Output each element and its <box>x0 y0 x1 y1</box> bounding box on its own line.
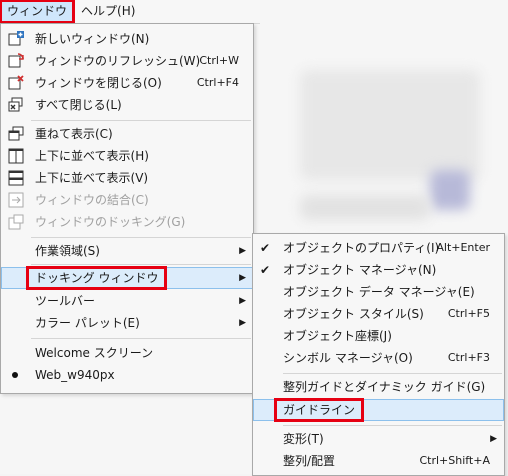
menu-separator <box>283 425 502 426</box>
menu-item-object-coordinates[interactable]: オブジェクト座標(J) <box>253 325 504 347</box>
menu-window[interactable]: ウィンドウ <box>0 0 76 24</box>
submenu-arrow-icon: ▶ <box>490 434 497 444</box>
menu-item-new-window[interactable]: 新しいウィンドウ(N) <box>1 28 253 50</box>
menu-item-alignment-guides[interactable]: 整列ガイドとダイナミック ガイド(G) <box>253 376 504 398</box>
active-document-dot-icon <box>12 372 18 378</box>
menu-item-tile-vertical[interactable]: 上下に並べて表示(V) <box>1 167 253 189</box>
menu-item-dock-windows[interactable]: ウィンドウのドッキング(G) <box>1 211 253 233</box>
menu-separator <box>31 264 251 265</box>
window-menu: 新しいウィンドウ(N) ウィンドウのリフレッシュ(W) Ctrl+W ウィンドウ… <box>0 23 254 394</box>
menu-item-welcome-screen[interactable]: Welcome スクリーン <box>1 342 253 364</box>
submenu-arrow-icon: ▶ <box>239 296 246 306</box>
menu-item-dockers[interactable]: ドッキング ウィンドウ ▶ <box>1 266 253 290</box>
close-all-icon <box>8 97 23 112</box>
tile-horizontal-icon <box>8 148 24 164</box>
menu-separator <box>283 373 502 374</box>
menu-item-object-styles[interactable]: オブジェクト スタイル(S) Ctrl+F5 <box>253 303 504 325</box>
cascade-icon <box>8 126 24 141</box>
refresh-window-icon <box>8 53 24 68</box>
menu-item-toolbars[interactable]: ツールバー ▶ <box>1 290 253 312</box>
menu-item-workspace[interactable]: 作業領域(S) ▶ <box>1 240 253 262</box>
menu-item-object-manager[interactable]: ✔ オブジェクト マネージャ(N) <box>253 259 504 281</box>
menu-item-tile-horizontal[interactable]: 上下に並べて表示(H) <box>1 145 253 167</box>
menu-item-color-palettes[interactable]: カラー パレット(E) ▶ <box>1 312 253 334</box>
menu-item-symbol-manager[interactable]: シンボル マネージャ(O) Ctrl+F3 <box>253 347 504 369</box>
menu-item-close-all[interactable]: すべて閉じる(L) <box>1 94 253 116</box>
combine-windows-icon <box>8 192 24 208</box>
checkmark-icon: ✔ <box>260 241 271 255</box>
new-window-icon <box>8 31 24 46</box>
menu-item-document[interactable]: Web_w940px <box>1 364 253 386</box>
menu-item-refresh-window[interactable]: ウィンドウのリフレッシュ(W) Ctrl+W <box>1 50 253 72</box>
tile-vertical-icon <box>8 170 24 186</box>
dock-windows-icon <box>8 214 24 230</box>
menu-help[interactable]: ヘルプ(H) <box>74 0 142 23</box>
submenu-arrow-icon: ▶ <box>239 273 246 283</box>
menu-separator <box>31 237 251 238</box>
menu-separator <box>31 120 251 121</box>
menu-item-combine-windows[interactable]: ウィンドウの結合(C) <box>1 189 253 211</box>
checkmark-icon: ✔ <box>260 263 271 277</box>
menu-item-object-data-manager[interactable]: オブジェクト データ マネージャ(E) <box>253 281 504 303</box>
menu-item-align-distribute[interactable]: 整列/配置 Ctrl+Shift+A <box>253 450 504 472</box>
submenu-arrow-icon: ▶ <box>239 318 246 328</box>
submenu-arrow-icon: ▶ <box>239 246 246 256</box>
close-window-icon <box>8 75 24 90</box>
menu-item-close-window[interactable]: ウィンドウを閉じる(O) Ctrl+F4 <box>1 72 253 94</box>
menu-item-cascade[interactable]: 重ねて表示(C) <box>1 123 253 145</box>
menu-item-transform[interactable]: 変形(T) ▶ <box>253 428 504 450</box>
menu-item-guidelines[interactable]: ガイドライン <box>253 398 504 422</box>
dockers-submenu: ✔ オブジェクトのプロパティ(I) Alt+Enter ✔ オブジェクト マネー… <box>252 233 505 476</box>
menu-item-object-properties[interactable]: ✔ オブジェクトのプロパティ(I) Alt+Enter <box>253 237 504 259</box>
menu-separator <box>31 338 251 339</box>
menu-bar: ウィンドウ ヘルプ(H) <box>0 0 260 24</box>
